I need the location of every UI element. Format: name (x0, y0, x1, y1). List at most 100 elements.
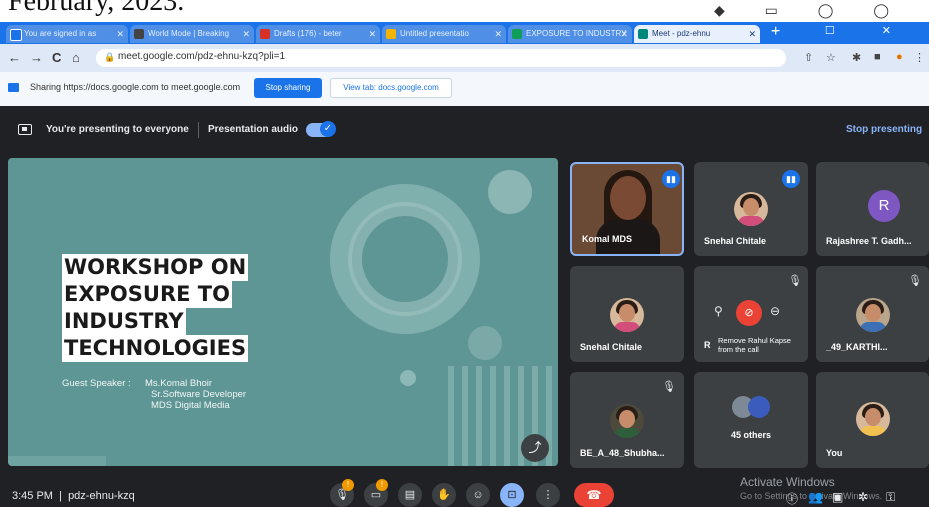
participant-tile-others[interactable]: 45 others (694, 372, 808, 468)
view-tab-button[interactable]: View tab: docs.google.com (330, 78, 452, 98)
tab-label: World Mode | Breaking (148, 29, 230, 38)
clock-time: 3:45 PM (12, 490, 53, 502)
self-tile[interactable]: You (816, 372, 929, 468)
participant-name: R (704, 340, 711, 350)
share-icon[interactable]: ⤴ (521, 434, 549, 462)
participant-tile[interactable]: 🎙 ⚲ ⊘ ⊖ R Remove Rahul Kapse from the ca… (694, 266, 808, 362)
caption-decoration: ◆ ▭ ◯ ◯ (714, 2, 907, 18)
browser-tab-active[interactable]: Meet - pdz-ehnu ✕ (634, 25, 760, 43)
participant-tile[interactable]: 🎙 BE_A_48_Shubha... (570, 372, 684, 468)
browser-tab[interactable]: EXPOSURE TO INDUSTRY ✕ (508, 25, 632, 43)
remove-participant-icon[interactable]: ⊘ (736, 300, 762, 326)
window-controls[interactable]: – ☐ ✕ (772, 24, 913, 37)
participant-tile[interactable]: 🎙 _49_KARTHI... (816, 266, 929, 362)
close-icon[interactable]: ✕ (116, 25, 124, 43)
browser-tab[interactable]: Untitled presentatio ✕ (382, 25, 506, 43)
tab-favicon (10, 29, 22, 41)
activate-windows-watermark: Activate Windows (740, 475, 835, 489)
participant-tile[interactable]: Snehal Chitale (570, 266, 684, 362)
participant-name: Komal MDS (582, 234, 633, 244)
profile-avatar-icon[interactable]: ● (896, 51, 903, 63)
emoji-button[interactable]: ☺ (466, 483, 490, 507)
slide-title-line: EXPOSURE TO (62, 281, 232, 308)
avatar (734, 192, 768, 226)
close-icon[interactable]: ✕ (494, 25, 502, 43)
forward-button[interactable]: → (30, 50, 43, 65)
participant-tile[interactable]: ▮▮ Komal MDS (570, 162, 684, 256)
speaking-indicator-icon: ▮▮ (782, 170, 800, 188)
home-button[interactable]: ⌂ (72, 50, 80, 65)
presenting-status: You're presenting to everyone (46, 124, 189, 135)
close-icon[interactable]: ✕ (620, 25, 628, 43)
close-icon[interactable]: ✕ (748, 25, 756, 43)
url-text[interactable]: meet.google.com/pdz-ehnu-kzq?pli=1 (118, 51, 285, 62)
guest-speaker-details: Ms.Komal Bhoir Sr.Software Developer MDS… (145, 378, 246, 411)
close-icon[interactable]: ✕ (368, 25, 376, 43)
pin-icon[interactable]: ⚲ (714, 304, 723, 318)
end-call-button[interactable]: ☎ (574, 483, 614, 507)
extensions-icon[interactable]: ✱ (852, 51, 861, 64)
sharing-text: Sharing https://docs.google.com to meet.… (30, 82, 241, 92)
captions-button[interactable]: ▤ (398, 483, 422, 507)
slide-decoration (8, 456, 106, 466)
participant-tile[interactable]: R Rajashree T. Gadh... (816, 162, 929, 256)
check-icon[interactable]: ✓ (320, 121, 336, 137)
info-icon[interactable]: ⓘ (786, 490, 798, 507)
bookmark-star-icon[interactable]: ☆ (826, 51, 836, 64)
stop-sharing-button[interactable]: Stop sharing (254, 78, 322, 98)
tab-favicon (260, 29, 270, 39)
avatar (856, 298, 890, 332)
slide-decoration (468, 326, 502, 360)
speaking-indicator-icon: ▮▮ (662, 170, 680, 188)
tab-label: You are signed in as (24, 29, 97, 38)
others-count: 45 others (730, 430, 772, 440)
tab-favicon (512, 29, 522, 39)
mic-off-icon: 🎙 (788, 275, 802, 287)
host-controls-icon[interactable]: ⚿ (886, 490, 895, 505)
avatar (610, 404, 644, 438)
slide-title-line: INDUSTRY (62, 308, 186, 335)
tab-label: EXPOSURE TO INDUSTRY (526, 29, 627, 38)
browser-tab[interactable]: Drafts (176) - beter ✕ (256, 25, 380, 43)
browser-tab[interactable]: World Mode | Breaking ✕ (130, 25, 254, 43)
browser-tab[interactable]: You are signed in as ✕ (6, 25, 128, 43)
close-icon[interactable]: ✕ (242, 25, 250, 43)
mic-off-icon: 🎙 (662, 381, 676, 393)
avatar (748, 396, 770, 418)
participant-name: Rajashree T. Gadh... (826, 236, 912, 246)
tab-label: Untitled presentatio (400, 29, 469, 38)
tab-label: Drafts (176) - beter (274, 29, 342, 38)
more-options-button[interactable]: ⋮ (536, 483, 560, 507)
meeting-info: 3:45 PM | pdz-ehnu-kzq (12, 490, 135, 502)
guest-company: MDS Digital Media (151, 400, 230, 411)
warning-badge: ! (376, 479, 388, 491)
share-page-icon[interactable]: ⇧ (804, 51, 813, 64)
screen-share-icon (8, 83, 19, 92)
minus-circle-icon[interactable]: ⊖ (770, 304, 780, 318)
sidebar-icon[interactable]: ■ (874, 51, 881, 63)
lock-icon[interactable]: 🔒 (104, 52, 115, 63)
participant-name: Snehal Chitale (580, 342, 643, 352)
present-now-button[interactable]: ⊡ (500, 483, 524, 507)
guest-speaker-label: Guest Speaker : (62, 378, 131, 389)
stop-presenting-button[interactable]: Stop presenting (846, 124, 922, 135)
present-screen-icon (18, 124, 32, 135)
participant-name: Snehal Chitale (704, 236, 767, 246)
meet-favicon (638, 29, 648, 39)
avatar (610, 298, 644, 332)
back-button[interactable]: ← (8, 50, 21, 65)
activities-icon[interactable]: ✲ (858, 490, 868, 504)
chat-icon[interactable]: ▣ (832, 490, 843, 504)
people-icon[interactable]: 👥 (808, 490, 823, 504)
guest-name: Ms.Komal Bhoir (145, 378, 213, 389)
raise-hand-button[interactable]: ✋ (432, 483, 456, 507)
participant-name: You (826, 448, 843, 458)
slide-title: WORKSHOP ON EXPOSURE TO INDUSTRY TECHNOL… (62, 254, 249, 362)
browser-menu-icon[interactable]: ⋮ (914, 51, 925, 64)
reload-button[interactable]: C (52, 50, 61, 65)
participant-tile[interactable]: ▮▮ Snehal Chitale (694, 162, 808, 256)
tab-favicon (134, 29, 144, 39)
participant-name: BE_A_48_Shubha... (580, 448, 665, 458)
avatar: R (868, 190, 900, 222)
remove-tooltip: Remove Rahul Kapse from the call (718, 336, 791, 354)
